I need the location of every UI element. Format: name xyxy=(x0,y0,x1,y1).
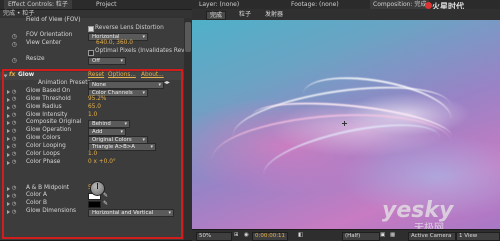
resize-dropdown[interactable]: Off xyxy=(88,56,126,65)
anchor-crosshair-icon xyxy=(342,121,347,126)
tab-effect-controls[interactable]: Effect Controls: 粒子 xyxy=(4,0,72,9)
timecode-value: 0:00:00:11 xyxy=(255,233,286,239)
viewer-bottom-bar: 50% ⊞ ◉ 0:00:00:11 ◧ (Half) ▣ ▦ Active C… xyxy=(192,229,500,241)
row-resize: ◷ Resize Off xyxy=(0,56,192,65)
composition-sub-tabs: 完成 粒子 发射器 xyxy=(192,9,500,20)
region-icon[interactable]: ▣ xyxy=(378,232,387,239)
tab-label: Composition: 完成 xyxy=(373,1,427,8)
logo-icon xyxy=(425,2,432,9)
camera-icon[interactable]: ◉ xyxy=(242,232,251,239)
optimal-pixels-checkbox[interactable] xyxy=(88,49,94,56)
row-fov-orientation: ◷ FOV Orientation Horizontal xyxy=(0,32,192,41)
subtab-particles[interactable]: 粒子 xyxy=(236,11,254,18)
tab-label: Footage: (none) xyxy=(291,1,339,8)
view-value: 1 View xyxy=(459,233,478,239)
stopwatch-icon[interactable]: ◷ xyxy=(12,58,17,64)
row-label: FOV Orientation xyxy=(26,32,73,38)
transparency-icon[interactable]: ▦ xyxy=(388,232,397,239)
subtab-complete[interactable]: 完成 xyxy=(206,11,227,20)
checkbox-label: Optimal Pixels (Invalidates Rev xyxy=(95,48,185,54)
tab-layer[interactable]: Layer: (none) xyxy=(196,0,242,9)
left-tab-bar: Effect Controls: 粒子 Project xyxy=(0,0,192,10)
subtab-label: 完成 xyxy=(210,12,223,19)
tab-label: Layer: (none) xyxy=(199,1,240,8)
highlight-box xyxy=(2,69,183,239)
row-view-center: ◷ View Center 640.0, 360.0 xyxy=(0,40,192,48)
tab-label: Project xyxy=(96,1,117,8)
row-optimal-pixels: Optimal Pixels (Invalidates Rev xyxy=(0,48,192,56)
tab-project[interactable]: Project xyxy=(92,0,121,9)
subtab-label: 发射器 xyxy=(265,11,284,18)
grid-icon[interactable]: ⊞ xyxy=(232,232,241,239)
tab-composition[interactable]: Composition: 完成 xyxy=(370,0,430,9)
stopwatch-icon[interactable]: ◷ xyxy=(12,42,17,48)
zoom-value: 50% xyxy=(199,233,212,239)
view-center-value[interactable]: 640.0, 360.0 xyxy=(96,40,133,48)
subtab-emitter[interactable]: 发射器 xyxy=(262,11,286,18)
camera-value: Active Camera xyxy=(411,233,452,239)
stopwatch-icon[interactable]: ◷ xyxy=(12,34,17,40)
effect-controls-panel: Effect Controls: 粒子 Project 完成 • 粒子 Fiel… xyxy=(0,0,192,240)
snapshot-icon[interactable]: ◧ xyxy=(296,232,305,239)
row-label: View Center xyxy=(26,40,62,46)
scrollbar-thumb[interactable] xyxy=(185,22,191,52)
subtab-label: 粒子 xyxy=(239,11,252,18)
tab-footage[interactable]: Footage: (none) xyxy=(288,0,342,9)
resolution-value: (Half) xyxy=(345,233,361,239)
row-label: Resize xyxy=(26,56,45,62)
tab-label: Effect Controls: 粒子 xyxy=(8,1,68,8)
